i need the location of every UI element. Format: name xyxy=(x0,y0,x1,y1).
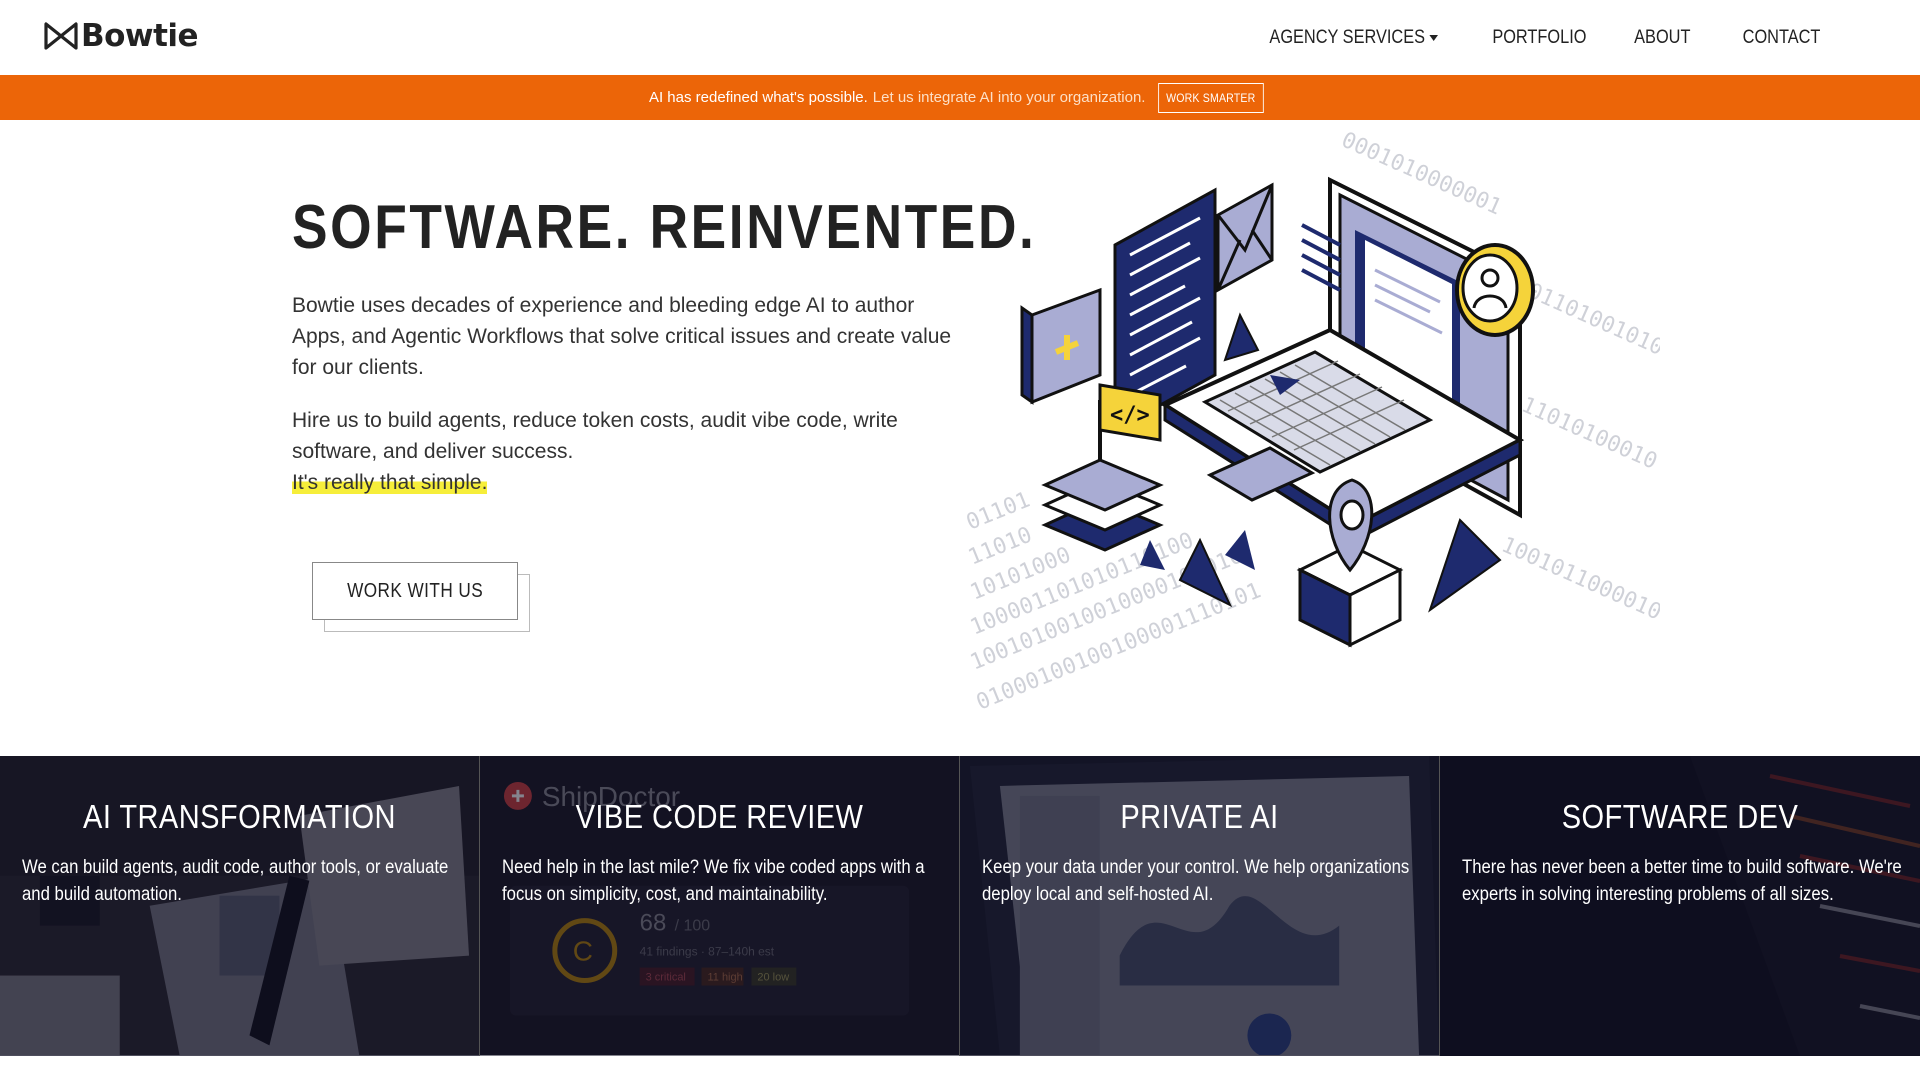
code-tag-text: </> xyxy=(1110,403,1150,428)
logo-text: Bowtie xyxy=(81,18,199,54)
work-with-us-label: WORK WITH US xyxy=(346,579,484,602)
nav-portfolio[interactable]: PORTFOLIO xyxy=(1492,27,1586,49)
hero-title: SOFTWARE. REINVENTED. xyxy=(292,193,1037,262)
card-title: VIBE CODE REVIEW xyxy=(575,798,864,835)
work-with-us-button[interactable]: WORK WITH US xyxy=(312,562,518,620)
nav-about-label: ABOUT xyxy=(1634,26,1691,48)
banner-headline: AI has redefined what's possible. xyxy=(648,89,868,106)
card-title: AI TRANSFORMATION xyxy=(83,798,396,835)
card-text: We can build agents, audit code, author … xyxy=(22,857,449,905)
cta-wrapper: WORK WITH US xyxy=(312,562,530,632)
card-private-ai[interactable]: PRIVATE AI Keep your data under your con… xyxy=(960,756,1440,1056)
user-avatar-badge-icon xyxy=(1455,243,1535,337)
bowtie-logo[interactable]: Bowtie xyxy=(44,18,199,54)
services-cards-row: AI TRANSFORMATION We can build agents, a… xyxy=(0,756,1920,1056)
promo-banner: AI has redefined what's possible. Let us… xyxy=(0,75,1920,120)
nav-agency-services[interactable]: AGENCY SERVICES xyxy=(1269,26,1438,49)
nav-contact[interactable]: CONTACT xyxy=(1742,27,1820,49)
card-title: PRIVATE AI xyxy=(1120,798,1279,835)
card-vibe-code-review[interactable]: ShipDoctor C 68 / 100 41 findings · 87–1… xyxy=(480,756,960,1056)
binary-row: 11010100010 xyxy=(1518,393,1660,475)
caret-down-icon xyxy=(1429,34,1438,41)
hero-paragraph-2-text: Hire us to build agents, reduce token co… xyxy=(292,409,898,463)
nav-portfolio-label: PORTFOLIO xyxy=(1491,26,1587,48)
card-software-dev[interactable]: SOFTWARE DEV There has never been a bett… xyxy=(1440,756,1920,1056)
code-tag-flag-icon: </> xyxy=(1098,383,1162,475)
binary-row: 1001011000010 xyxy=(1498,533,1660,626)
nav-contact-label: CONTACT xyxy=(1742,26,1820,48)
card-title: SOFTWARE DEV xyxy=(1561,798,1799,835)
nav-about[interactable]: ABOUT xyxy=(1634,27,1690,49)
card-text: Need help in the last mile? We fix vibe … xyxy=(502,857,925,905)
bowtie-logo-icon xyxy=(44,22,78,50)
mail-envelope-icon xyxy=(1216,182,1274,293)
add-plus-icon xyxy=(1020,287,1102,405)
main-menu: AGENCY SERVICES PORTFOLIO ABOUT CONTACT xyxy=(1203,0,1820,75)
card-text: There has never been a better time to bu… xyxy=(1462,857,1902,905)
banner-subtext: Let us integrate AI into your organizati… xyxy=(872,89,1146,106)
card-ai-transformation[interactable]: AI TRANSFORMATION We can build agents, a… xyxy=(0,756,480,1056)
hero-paragraph-2: Hire us to build agents, reduce token co… xyxy=(292,405,952,498)
hero-paragraph-1: Bowtie uses decades of experience and bl… xyxy=(292,294,952,379)
laptop-isometric-illustration: 01101 11010 10101000 100001101010110100 … xyxy=(963,130,1660,716)
hero-highlight: It's really that simple. xyxy=(292,471,488,494)
nav-agency-services-label: AGENCY SERVICES xyxy=(1269,26,1425,48)
card-text: Keep your data under your control. We he… xyxy=(982,857,1410,905)
top-navbar: Bowtie AGENCY SERVICES PORTFOLIO ABOUT C… xyxy=(0,0,1920,75)
database-layers-icon xyxy=(1041,458,1164,552)
work-smarter-button[interactable]: WORK SMARTER xyxy=(1158,82,1264,113)
